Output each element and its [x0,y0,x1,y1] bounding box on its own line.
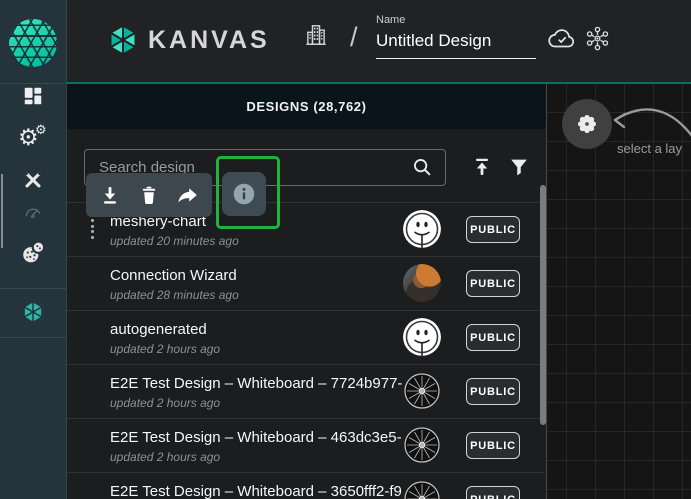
visibility-badge: PUBLIC [466,378,520,405]
design-updated: updated 20 minutes ago [110,234,239,248]
download-icon[interactable] [98,183,122,207]
sidebar-item-performance[interactable] [0,203,66,223]
cloud-saved-icon[interactable] [547,26,577,52]
settings-gears-icon: ⚙ ⚙ [18,127,48,155]
sidebar-divider [0,288,66,289]
info-icon [231,181,257,207]
design-row[interactable]: E2E Test Design – Whiteboard – 7724b977-… [67,364,545,419]
smiley-avatar-icon [403,318,441,356]
kanvas-app-window: KANVAS / Name [0,0,691,499]
share-icon[interactable] [176,183,200,207]
sidebar-item-kanvas[interactable] [0,300,66,324]
design-list: meshery-chart updated 20 minutes ago PUB… [67,0,545,499]
visibility-badge: PUBLIC [466,432,520,459]
sidebar-item-settings[interactable]: ⚙ ⚙ [0,127,66,155]
list-scrollbar-thumb[interactable] [540,185,546,425]
design-row[interactable]: E2E Test Design – Whiteboard – 463dc3e5-… [67,418,545,473]
performance-gauge-icon [23,203,43,223]
mesh-network-icon[interactable] [584,25,611,52]
user-photo-avatar [403,264,441,302]
kanvas-hexagon-icon [21,300,45,324]
meshery-logo-circle-icon[interactable] [9,19,57,67]
visibility-badge: PUBLIC [466,216,520,243]
crossed-tools-icon [22,169,44,191]
wheel-avatar-icon [403,480,441,499]
dashboard-icon [22,85,44,107]
avatar [403,210,441,248]
drag-handle-icon[interactable] [91,217,94,241]
design-row[interactable]: autogenerated updated 2 hours ago PUBLIC [67,310,545,365]
design-canvas[interactable]: select a lay [546,84,691,499]
search-icon[interactable] [411,156,433,178]
design-title: Connection Wizard [110,267,402,284]
sidebar-item-dashboard[interactable] [0,85,66,107]
design-updated: updated 2 hours ago [110,450,220,464]
design-actions-toolbar [86,173,212,217]
visibility-badge: PUBLIC [466,324,520,351]
info-button[interactable] [222,172,266,216]
wheel-avatar-icon [403,426,441,464]
design-updated: updated 2 hours ago [110,342,220,356]
canvas-hint-text: select a lay [617,141,682,156]
sidebar-divider [0,337,66,338]
left-sidebar: ⚙ ⚙ [0,0,67,499]
visibility-badge: PUBLIC [466,486,520,499]
design-title: autogenerated [110,321,402,338]
avatar [403,480,441,499]
design-title: E2E Test Design – Whiteboard – 7724b977-… [110,375,402,392]
sidebar-item-toolbox[interactable] [0,169,66,191]
design-row[interactable]: Connection Wizard updated 28 minutes ago… [67,256,545,311]
smiley-avatar-icon [403,210,441,248]
avatar [403,426,441,464]
design-title: E2E Test Design – Whiteboard – 3650fff2-… [110,483,402,499]
avatar [403,372,441,410]
catalog-icon [20,239,46,265]
design-updated: updated 2 hours ago [110,396,220,410]
sidebar-divider [0,83,66,84]
visibility-badge: PUBLIC [466,270,520,297]
design-updated: updated 28 minutes ago [110,288,239,302]
avatar [403,318,441,356]
curved-arrow-icon [605,94,691,142]
wheel-avatar-icon [403,372,441,410]
upload-icon[interactable] [470,155,494,179]
design-row[interactable]: E2E Test Design – Whiteboard – 3650fff2-… [67,472,545,499]
trash-icon[interactable] [137,183,161,207]
design-title: E2E Test Design – Whiteboard – 463dc3e5- [110,429,402,446]
filter-icon[interactable] [508,156,530,178]
row-edge-indicator [1,174,3,248]
sidebar-item-catalog[interactable] [0,239,66,265]
layers-flower-icon [575,112,599,136]
